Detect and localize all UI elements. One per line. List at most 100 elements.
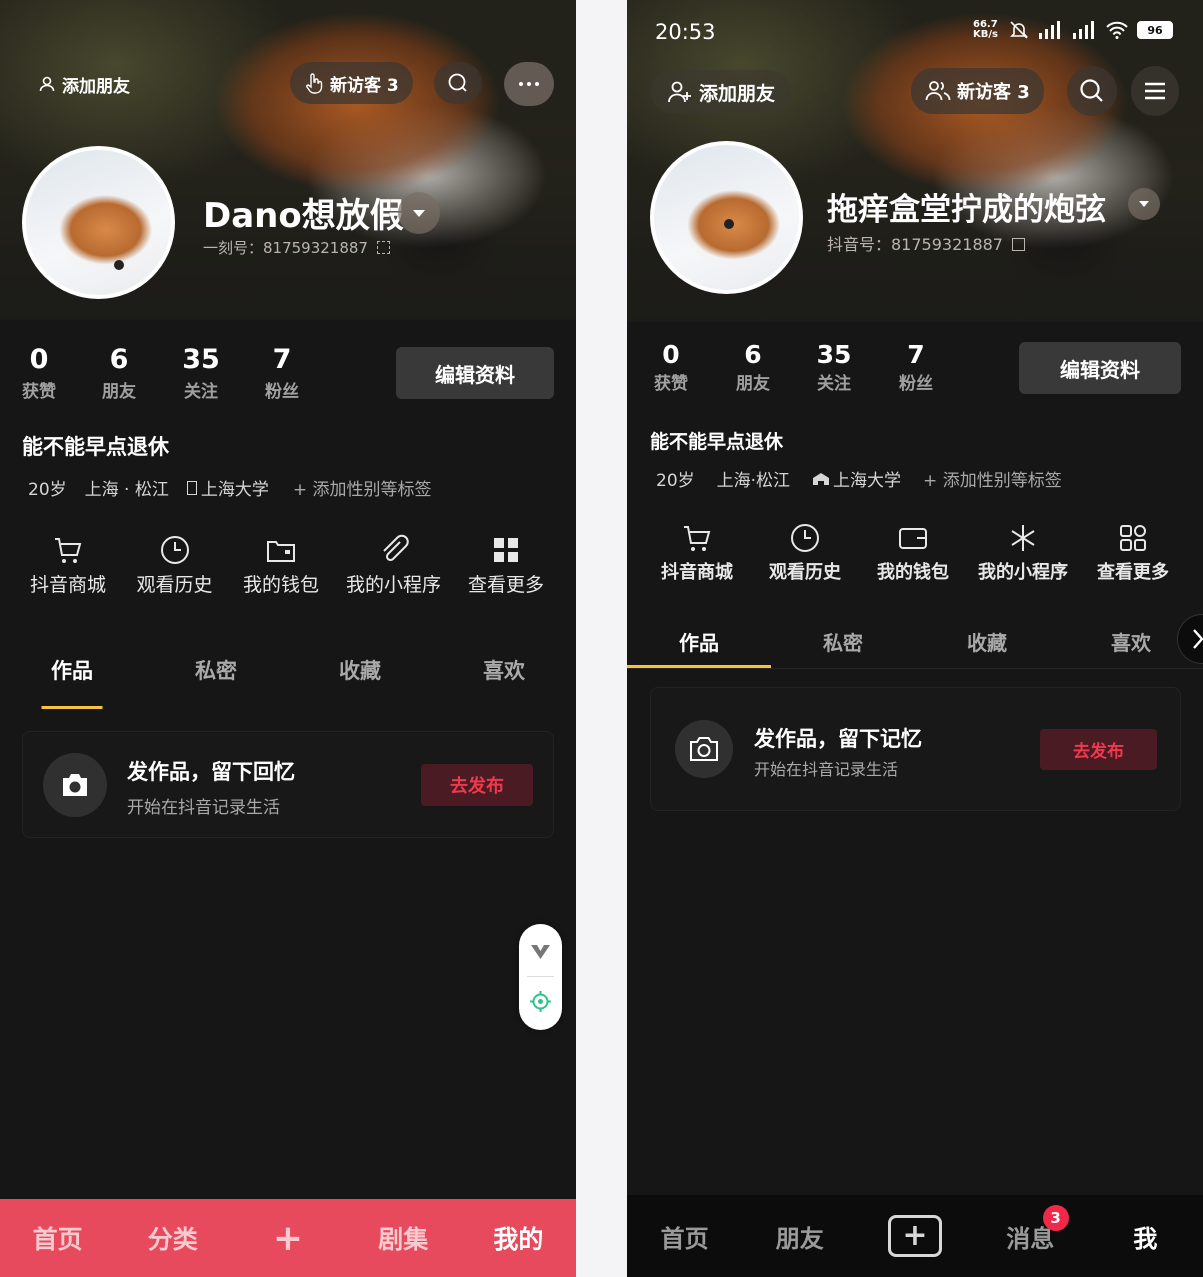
nav-friends[interactable]: 朋友 [742,1219,857,1254]
add-friend-label: 添加朋友 [699,82,776,105]
avatar[interactable] [22,146,175,299]
chevron-down-icon[interactable] [530,944,551,960]
plus-icon: + [888,1215,942,1257]
add-friend-button[interactable]: 添加朋友 [30,66,138,102]
search-icon [448,73,467,92]
location-tag[interactable]: 上海 · 松江 [85,475,169,500]
avatar[interactable] [650,141,803,294]
tab-works[interactable]: 作品 [627,627,771,668]
tool-wallet-label: 我的钱包 [877,562,949,583]
user-id[interactable]: 一刻号：81759321887 [203,237,390,258]
battery-level: 96 [1147,23,1163,37]
nav-me[interactable]: 我 [1088,1219,1203,1254]
new-visitors-button[interactable]: 新访客 3 [911,68,1044,114]
tab-private[interactable]: 私密 [144,655,288,685]
stat-friends[interactable]: 6 朋友 [98,344,140,402]
stat-following[interactable]: 35 关注 [810,340,858,394]
tool-mini-programs-label: 我的小程序 [978,562,1068,583]
tab-favorites[interactable]: 收藏 [288,655,432,685]
age-tag[interactable]: 20岁 [28,475,67,500]
age-tag[interactable]: 20岁 [656,466,695,491]
tab-likes[interactable]: 喜欢 [432,655,576,685]
school-tag[interactable]: 上海大学 [812,466,901,491]
location-tag[interactable]: 上海·松江 [717,466,790,491]
floating-tool-panel[interactable] [519,924,562,1030]
new-visitors-label: 新访客 3 [957,82,1030,103]
account-switch-button[interactable] [398,192,440,234]
stat-friends[interactable]: 6 朋友 [730,340,776,394]
status-time: 20:53 [655,20,716,44]
stat-likes-num: 0 [662,340,680,369]
tool-mall-label: 抖音商城 [661,562,733,583]
stat-followers[interactable]: 7 粉丝 [893,340,939,394]
tool-wallet-label: 我的钱包 [242,574,319,596]
wallet-icon [267,541,295,562]
tool-history[interactable]: 观看历史 [129,534,221,597]
bottom-nav: 首页 朋友 + 消息 3 我 [627,1195,1203,1277]
nav-add-button[interactable]: + [857,1215,972,1257]
tool-history-label: 观看历史 [136,574,213,596]
stat-followers-label: 粉丝 [899,374,933,394]
status-bar: 20:53 66.7 KB/s 96 [627,0,1203,62]
plus-symbol: + [902,1218,928,1253]
username[interactable]: Dano想放假 [203,188,404,237]
nav-messages[interactable]: 消息 3 [973,1204,1088,1254]
camera-button[interactable] [43,753,107,817]
nav-me[interactable]: 我的 [461,1220,576,1256]
add-tag-button[interactable]: + 添加性别等标签 [293,475,432,500]
tool-mini-programs[interactable]: 我的小程序 [342,534,446,597]
tab-works[interactable]: 作品 [0,655,144,709]
tool-more[interactable]: 查看更多 [460,534,552,597]
more-button[interactable] [504,62,554,106]
search-button[interactable] [1067,66,1117,116]
tool-mini-programs[interactable]: 我的小程序 [971,522,1075,584]
stat-followers[interactable]: 7 粉丝 [260,344,304,402]
nav-categories[interactable]: 分类 [115,1220,230,1256]
stat-followers-num: 7 [272,344,292,375]
left-profile-screen: 添加朋友 新访客 3 Dano想放假 一刻号：81759321887 0 获赞 … [0,0,576,1277]
target-icon[interactable] [529,990,552,1013]
tool-history[interactable]: 观看历史 [755,522,855,584]
stat-following-num: 35 [182,344,220,375]
chevron-right-icon [1193,629,1203,649]
edit-profile-button[interactable]: 编辑资料 [396,347,554,399]
publish-button[interactable]: 去发布 [421,764,533,806]
cart-icon [684,526,711,551]
tool-row: 抖音商城 观看历史 我的钱包 我的小程序 查看更多 [647,522,1183,584]
tool-wallet[interactable]: 我的钱包 [235,534,327,597]
tool-mall[interactable]: 抖音商城 [647,522,747,584]
new-visitors-button[interactable]: 新访客 3 [290,62,413,104]
add-tag-button[interactable]: + 添加性别等标签 [923,466,1062,491]
search-button[interactable] [434,62,482,104]
bottom-nav: 首页 分类 + 剧集 我的 [0,1199,576,1277]
stat-following-num: 35 [816,340,852,369]
nav-home[interactable]: 首页 [627,1219,742,1254]
add-friend-button[interactable]: 添加朋友 [651,70,792,114]
stat-likes[interactable]: 0 获赞 [648,340,694,394]
qr-icon [1012,238,1026,251]
tab-private[interactable]: 私密 [771,627,915,668]
stat-followers-label: 粉丝 [265,382,299,402]
active-tab-indicator [627,665,771,668]
stat-likes[interactable]: 0 获赞 [18,344,60,402]
tool-more[interactable]: 查看更多 [1083,522,1183,584]
nav-add-button[interactable]: + [230,1218,345,1259]
stat-following[interactable]: 35 关注 [176,344,226,402]
publish-button[interactable]: 去发布 [1040,729,1157,770]
add-friend-label: 添加朋友 [62,76,130,97]
nav-series[interactable]: 剧集 [346,1220,461,1256]
tool-wallet[interactable]: 我的钱包 [863,522,963,584]
account-switch-button[interactable] [1128,188,1160,220]
stat-friends-num: 6 [744,340,762,369]
user-id[interactable]: 抖音号：81759321887 [827,231,1026,255]
post-card-title: 发作品，留下回忆 [127,760,295,784]
hamburger-menu-icon [1145,82,1165,100]
nav-home[interactable]: 首页 [0,1220,115,1256]
tool-mall[interactable]: 抖音商城 [22,534,114,597]
edit-profile-button[interactable]: 编辑资料 [1019,342,1181,394]
school-tag[interactable]: 上海大学 [186,475,269,500]
tab-favorites[interactable]: 收藏 [915,627,1059,668]
menu-button[interactable] [1131,66,1179,116]
camera-button[interactable] [675,720,733,778]
username[interactable]: 拖痒盒堂拧成的炮弦 [827,184,1106,229]
